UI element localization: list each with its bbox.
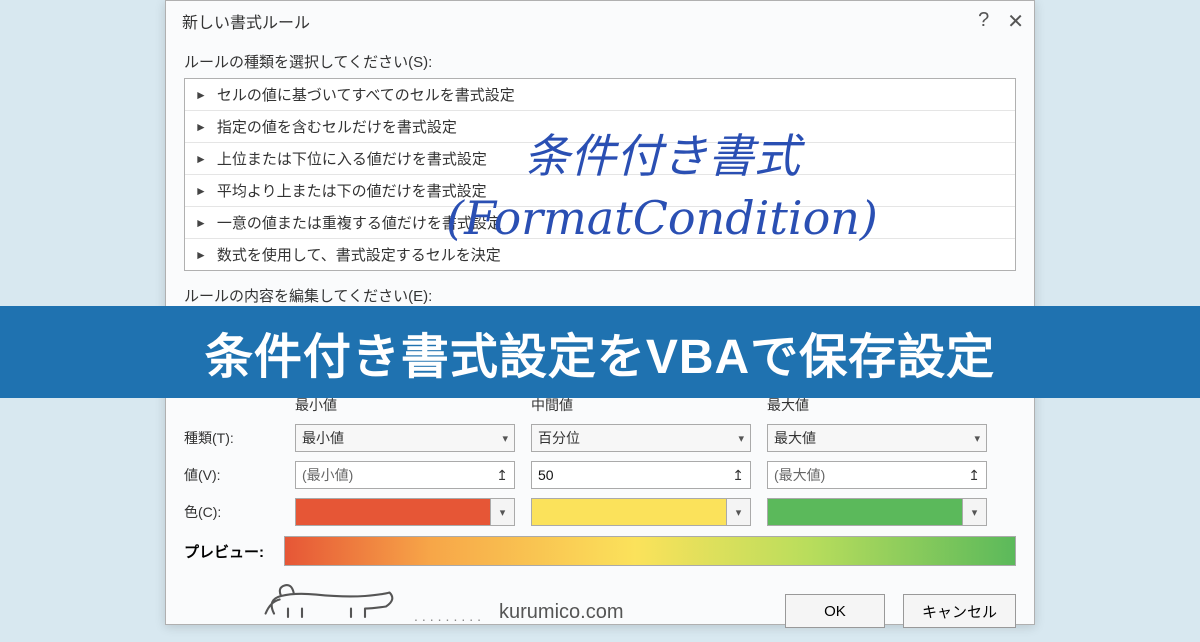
window-buttons: ? ✕ xyxy=(978,9,1024,34)
ok-button[interactable]: OK xyxy=(785,594,885,628)
titlebar: 新しい書式ルール ? ✕ xyxy=(166,1,1034,41)
preview-row: プレビュー: xyxy=(184,536,1016,566)
rule-text: 一意の値または重複する値だけを書式設定 xyxy=(217,212,502,233)
dog-icon xyxy=(260,575,400,624)
rule-text: 上位または下位に入る値だけを書式設定 xyxy=(217,148,487,169)
chevron-down-icon: ▾ xyxy=(502,432,508,445)
chevron-down-icon: ▾ xyxy=(490,499,514,525)
help-icon[interactable]: ? xyxy=(978,9,989,34)
bullet-icon: ► xyxy=(195,216,207,230)
chevron-down-icon: ▾ xyxy=(738,432,744,445)
color-label: 色(C): xyxy=(184,502,279,522)
color-min-select[interactable]: ▾ xyxy=(295,498,515,526)
preview-label: プレビュー: xyxy=(184,541,274,562)
list-item[interactable]: ► 一意の値または重複する値だけを書式設定 xyxy=(185,207,1015,239)
color-swatch xyxy=(296,499,490,525)
rule-text: セルの値に基づいてすべてのセルを書式設定 xyxy=(217,84,515,105)
rule-text: 平均より上または下の値だけを書式設定 xyxy=(217,180,487,201)
arrow-up-icon: ↥ xyxy=(968,467,980,484)
footer-dots: ......... xyxy=(414,608,485,624)
type-mid-select[interactable]: 百分位 ▾ xyxy=(531,424,751,452)
chevron-down-icon: ▾ xyxy=(726,499,750,525)
cancel-button[interactable]: キャンセル xyxy=(903,594,1016,628)
input-value: (最小値) xyxy=(302,465,353,485)
edit-rule-label: ルールの内容を編集してください(E): xyxy=(184,285,1016,306)
bullet-icon: ► xyxy=(195,184,207,198)
title-banner: 条件付き書式設定をVBAで保存設定 xyxy=(0,306,1200,398)
list-item[interactable]: ► 指定の値を含むセルだけを書式設定 xyxy=(185,111,1015,143)
bullet-icon: ► xyxy=(195,120,207,134)
rule-type-list[interactable]: ►セルの値に基づいてすべてのセルを書式設定 ►指定の値を含むセルだけを書式設定 … xyxy=(184,78,1016,271)
chevron-down-icon: ▾ xyxy=(974,432,980,445)
type-label: 種類(T): xyxy=(184,428,279,448)
dialog-title: 新しい書式ルール xyxy=(182,9,310,33)
button-label: キャンセル xyxy=(922,601,997,622)
rule-text: 数式を使用して、書式設定するセルを決定 xyxy=(217,244,501,265)
header-max: 最大値 xyxy=(767,395,987,415)
color-scale-grid: 最小値 中間値 最大値 種類(T): 最小値▾ 百分位▾ 最大値▾ 値(V): … xyxy=(184,395,1016,526)
select-value: 最小値 xyxy=(302,428,344,448)
color-swatch xyxy=(768,499,962,525)
preview-gradient xyxy=(284,536,1016,566)
value-label: 値(V): xyxy=(184,465,279,485)
list-item[interactable]: ► 上位または下位に入る値だけを書式設定 xyxy=(185,143,1015,175)
type-min-select[interactable]: 最小値 ▾ xyxy=(295,424,515,452)
arrow-up-icon: ↥ xyxy=(732,467,744,484)
bullet-icon: ► xyxy=(195,152,207,166)
input-value: 50 xyxy=(538,467,554,483)
chevron-down-icon: ▾ xyxy=(962,499,986,525)
button-label: OK xyxy=(824,603,846,620)
input-value: (最大値) xyxy=(774,465,825,485)
list-item[interactable]: ► 数式を使用して、書式設定するセルを決定 xyxy=(185,239,1015,270)
color-swatch xyxy=(532,499,726,525)
arrow-up-icon: ↥ xyxy=(496,467,508,484)
bullet-icon: ► xyxy=(195,248,207,262)
rule-type-label: ルールの種類を選択してください(S): xyxy=(184,51,1016,72)
value-min-input[interactable]: (最小値) ↥ xyxy=(295,461,515,489)
select-value: 百分位 xyxy=(538,428,580,448)
header-mid: 中間値 xyxy=(531,395,751,415)
color-mid-select[interactable]: ▾ xyxy=(531,498,751,526)
value-mid-input[interactable]: 50 ↥ xyxy=(531,461,751,489)
list-item[interactable]: ► 平均より上または下の値だけを書式設定 xyxy=(185,175,1015,207)
color-max-select[interactable]: ▾ xyxy=(767,498,987,526)
bullet-icon: ► xyxy=(195,88,207,102)
list-item[interactable]: ► セルの値に基づいてすべてのセルを書式設定 xyxy=(185,79,1015,111)
banner-text: 条件付き書式設定をVBAで保存設定 xyxy=(205,317,995,387)
value-max-input[interactable]: (最大値) ↥ xyxy=(767,461,987,489)
footer: ......... kurumico.com xyxy=(260,575,624,624)
type-max-select[interactable]: 最大値 ▾ xyxy=(767,424,987,452)
close-icon[interactable]: ✕ xyxy=(1007,9,1024,34)
header-min: 最小値 xyxy=(295,395,515,415)
site-name: kurumico.com xyxy=(499,601,623,624)
select-value: 最大値 xyxy=(774,428,816,448)
rule-text: 指定の値を含むセルだけを書式設定 xyxy=(217,116,457,137)
